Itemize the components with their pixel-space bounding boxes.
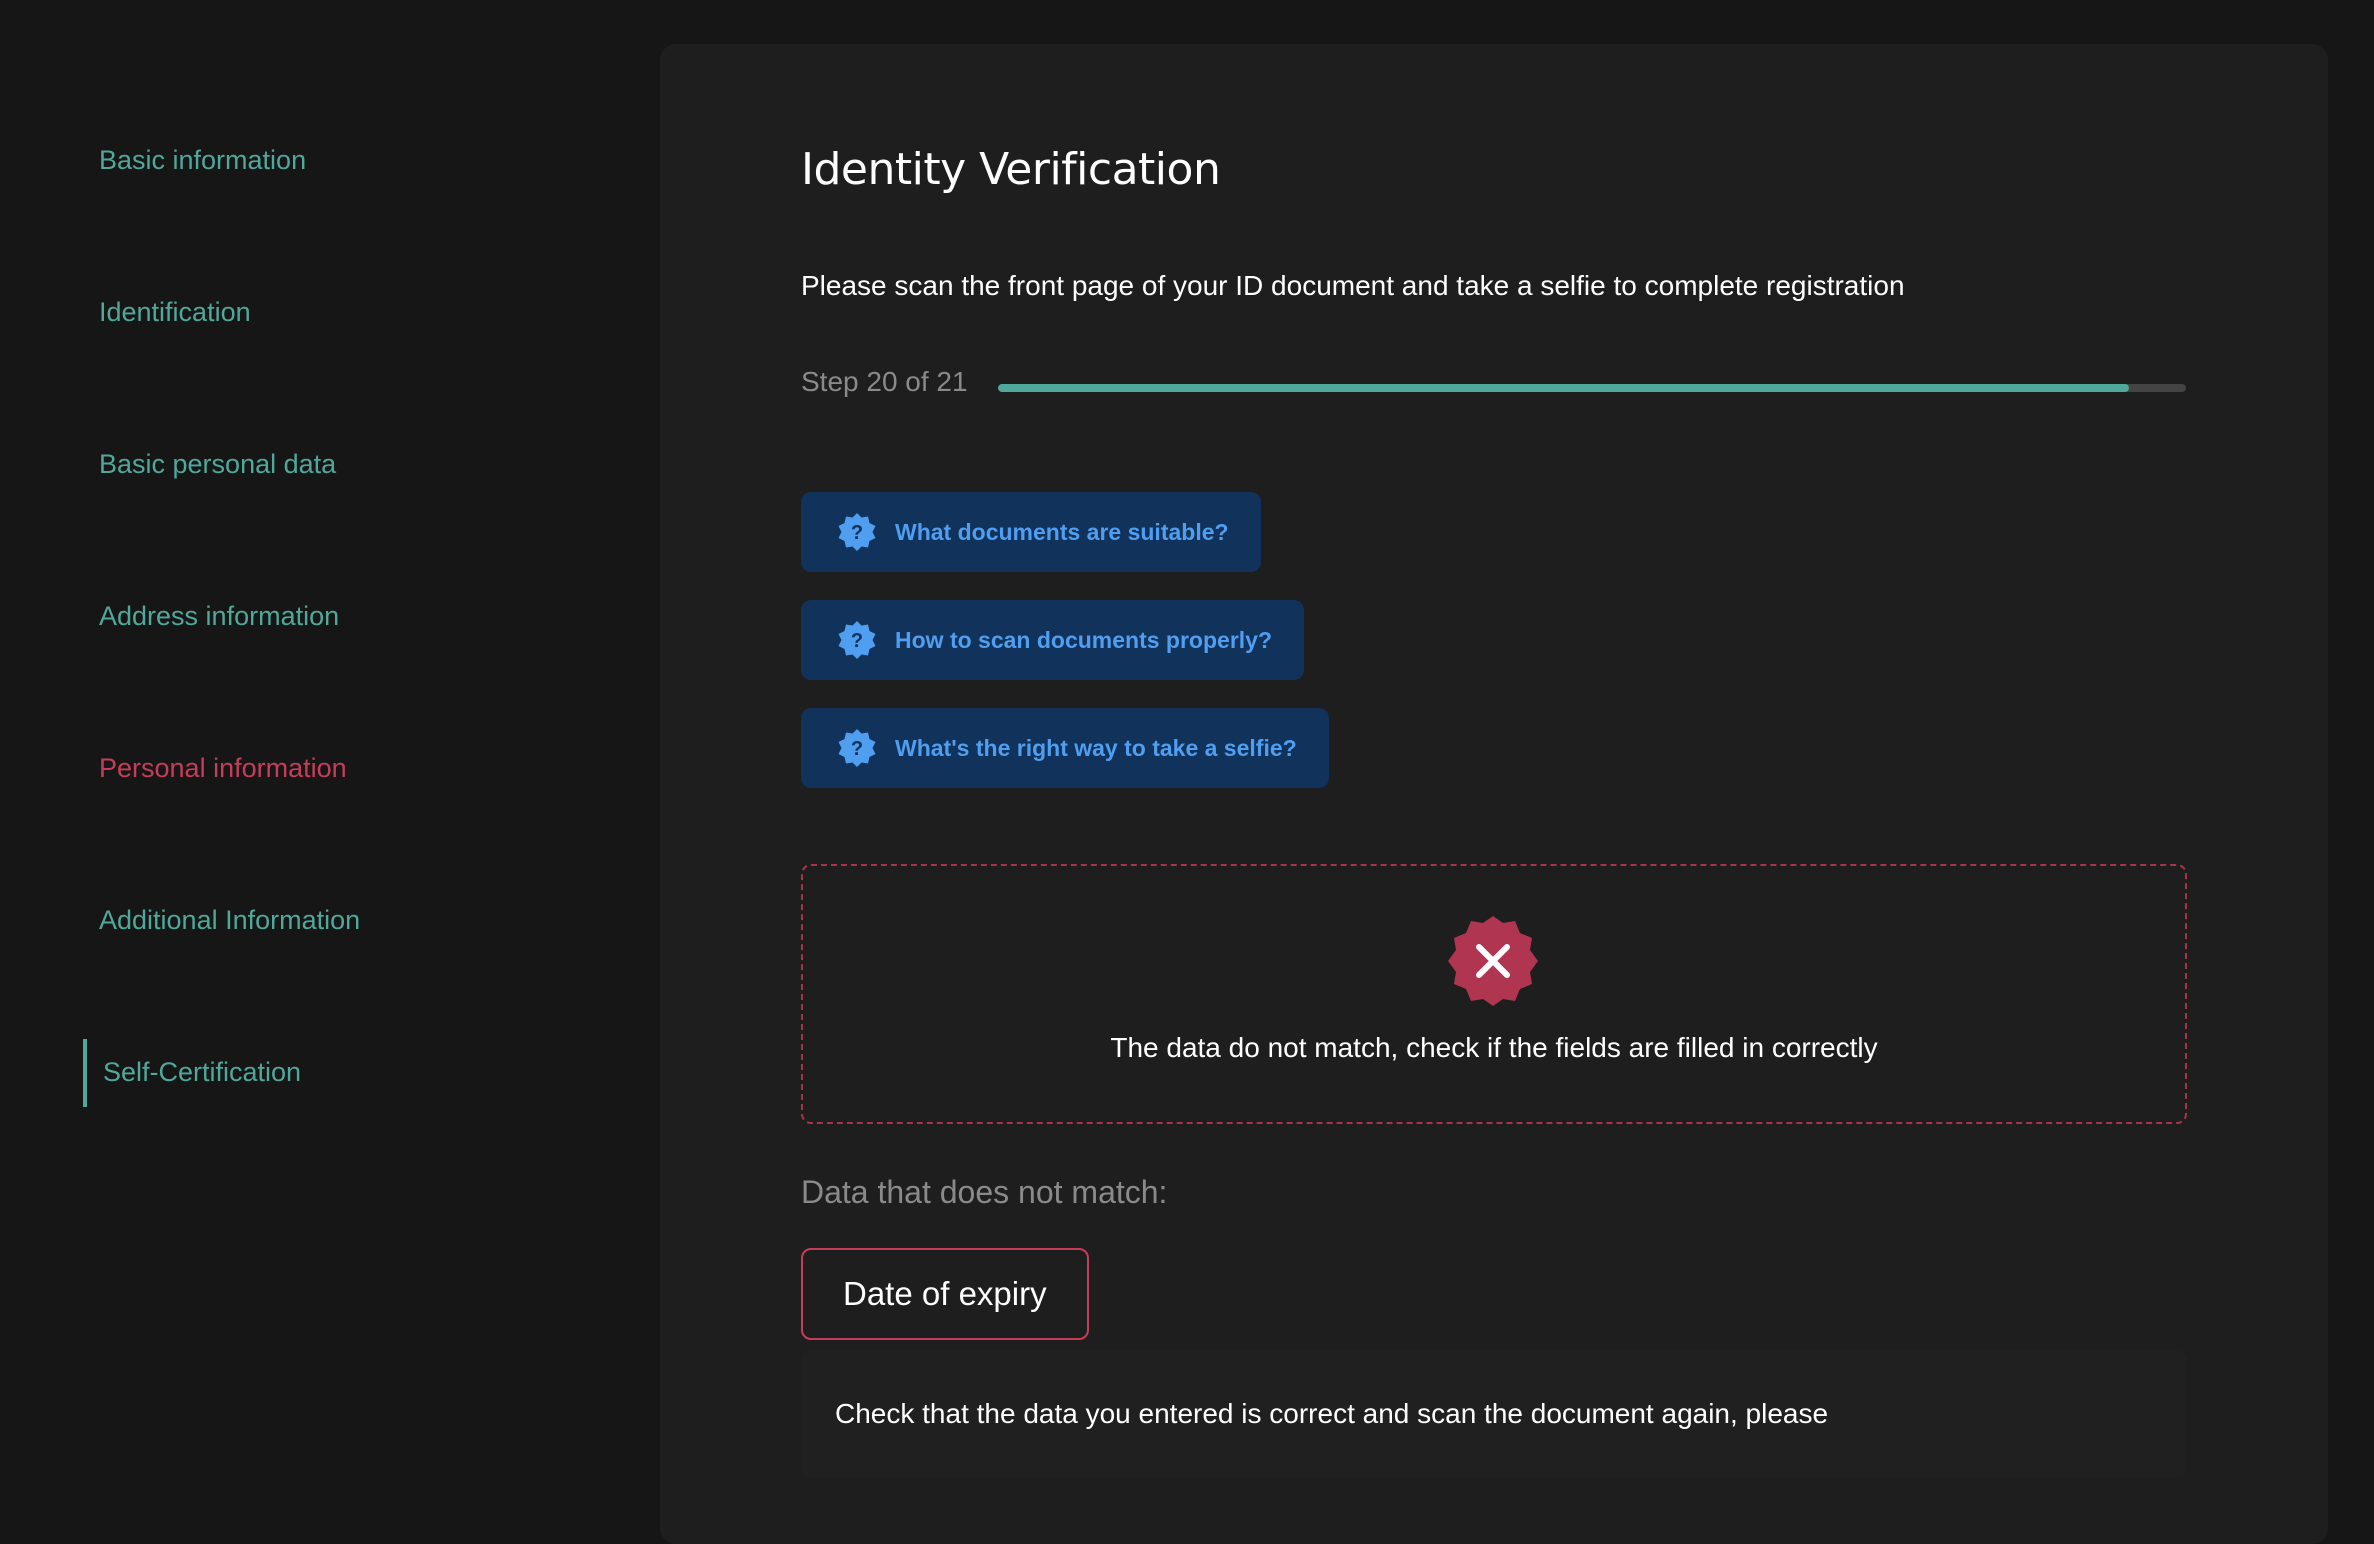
sidebar-item-address-information[interactable]: Address information [99, 596, 339, 636]
question-badge-icon: ? [838, 621, 876, 659]
help-button-label: How to scan documents properly? [895, 626, 1272, 653]
page-title: Identity Verification [801, 144, 1221, 195]
sidebar-item-identification[interactable]: Identification [99, 292, 251, 332]
mismatch-heading: Data that does not match: [801, 1174, 1168, 1210]
help-button-selfie[interactable]: ? What's the right way to take a selfie? [801, 708, 1329, 788]
help-button-suitable-documents[interactable]: ? What documents are suitable? [801, 492, 1261, 572]
svg-text:?: ? [851, 738, 863, 760]
question-badge-icon: ? [838, 513, 876, 551]
error-message: The data do not match, check if the fiel… [1110, 1032, 1878, 1063]
question-badge-icon: ? [838, 729, 876, 767]
sidebar-item-basic-information[interactable]: Basic information [99, 140, 306, 180]
help-button-label: What documents are suitable? [895, 518, 1229, 545]
sidebar-item-basic-personal-data[interactable]: Basic personal data [99, 444, 336, 484]
help-button-label: What's the right way to take a selfie? [895, 734, 1297, 761]
page-subtitle: Please scan the front page of your ID do… [801, 270, 1905, 301]
progress-bar-fill [998, 384, 2130, 392]
sidebar-item-personal-information[interactable]: Personal information [99, 748, 347, 788]
sidebar-item-self-certification[interactable]: Self-Certification [103, 1052, 301, 1092]
error-message-box: The data do not match, check if the fiel… [801, 864, 2187, 1124]
active-indicator [83, 1039, 87, 1107]
error-badge-icon [1448, 916, 1538, 1006]
mismatch-field-date-of-expiry[interactable]: Date of expiry [801, 1248, 1089, 1340]
step-counter: Step 20 of 21 [801, 366, 968, 397]
svg-text:?: ? [851, 522, 863, 544]
sidebar-nav: Basic information Identification Basic p… [0, 0, 660, 1490]
mismatch-hint: Check that the data you entered is corre… [801, 1350, 2187, 1478]
sidebar-item-additional-information[interactable]: Additional Information [99, 900, 360, 940]
svg-text:?: ? [851, 630, 863, 652]
help-button-scan-documents[interactable]: ? How to scan documents properly? [801, 600, 1304, 680]
main-panel: Identity Verification Please scan the fr… [660, 44, 2328, 1544]
progress-bar [998, 384, 2186, 392]
